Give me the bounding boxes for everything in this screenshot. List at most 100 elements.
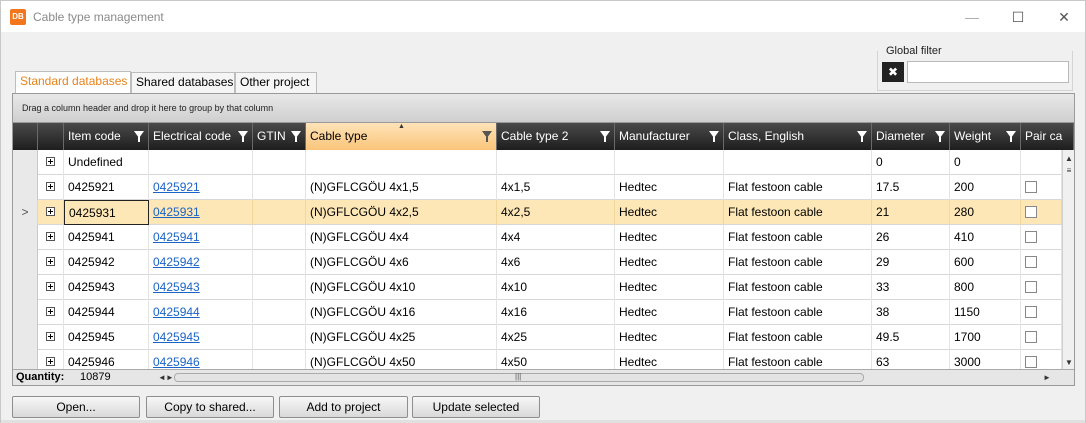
- tab-standard-databases[interactable]: Standard databases: [15, 71, 131, 93]
- expand-row-button[interactable]: [38, 300, 64, 325]
- cell-electrical-code[interactable]: 0425944: [149, 300, 253, 325]
- pair-cable-checkbox[interactable]: [1025, 205, 1037, 218]
- cell-weight[interactable]: 280: [950, 200, 1021, 225]
- cell-cable-type-2[interactable]: 4x4: [497, 225, 615, 250]
- cell-gtin[interactable]: [253, 225, 306, 250]
- pair-cable-checkbox[interactable]: [1025, 330, 1037, 343]
- cell-manufacturer[interactable]: Hedtec: [615, 200, 724, 225]
- cell-manufacturer[interactable]: Hedtec: [615, 325, 724, 350]
- electrical-code-link[interactable]: 0425931: [153, 205, 200, 219]
- cell-item-code[interactable]: Undefined: [64, 150, 149, 175]
- cell-pair-cable[interactable]: [1021, 325, 1062, 350]
- expand-row-button[interactable]: [38, 275, 64, 300]
- tab-shared-databases[interactable]: Shared databases: [131, 72, 235, 93]
- cell-manufacturer[interactable]: [615, 150, 724, 175]
- column-header-pair-cable[interactable]: Pair ca: [1021, 123, 1074, 150]
- pair-cable-checkbox[interactable]: [1025, 355, 1037, 368]
- cell-class-english[interactable]: Flat festoon cable: [724, 275, 872, 300]
- cell-pair-cable[interactable]: [1021, 200, 1062, 225]
- cell-weight[interactable]: 1150: [950, 300, 1021, 325]
- cell-gtin[interactable]: [253, 275, 306, 300]
- cell-manufacturer[interactable]: Hedtec: [615, 275, 724, 300]
- cell-item-code[interactable]: 0425921: [64, 175, 149, 200]
- cell-gtin[interactable]: [253, 250, 306, 275]
- row-indicator[interactable]: >: [13, 200, 38, 225]
- cell-pair-cable[interactable]: [1021, 175, 1062, 200]
- cell-cable-type[interactable]: (N)GFLCGÖU 4x16: [306, 300, 497, 325]
- table-row[interactable]: 0425921 0425921 (N)GFLCGÖU 4x1,5 4x1,5 H…: [13, 175, 1062, 200]
- cell-cable-type[interactable]: (N)GFLCGÖU 4x10: [306, 275, 497, 300]
- filter-icon[interactable]: [600, 131, 610, 142]
- column-header-diameter[interactable]: Diameter: [872, 123, 950, 150]
- cell-class-english[interactable]: Flat festoon cable: [724, 225, 872, 250]
- table-row[interactable]: 0425944 0425944 (N)GFLCGÖU 4x16 4x16 Hed…: [13, 300, 1062, 325]
- cell-cable-type[interactable]: (N)GFLCGÖU 4x2,5: [306, 200, 497, 225]
- scroll-thumb-icon[interactable]: ≡: [1065, 166, 1073, 176]
- cell-weight[interactable]: 600: [950, 250, 1021, 275]
- expand-row-button[interactable]: [38, 175, 64, 200]
- cell-gtin[interactable]: [253, 150, 306, 175]
- copy-to-shared-button[interactable]: Copy to shared...: [146, 396, 274, 418]
- table-row[interactable]: 0425946 0425946 (N)GFLCGÖU 4x50 4x50 Hed…: [13, 350, 1062, 375]
- column-header-electrical-code[interactable]: Electrical code: [149, 123, 253, 150]
- cell-cable-type-2[interactable]: 4x25: [497, 325, 615, 350]
- table-row[interactable]: 0425942 0425942 (N)GFLCGÖU 4x6 4x6 Hedte…: [13, 250, 1062, 275]
- cell-manufacturer[interactable]: Hedtec: [615, 250, 724, 275]
- open-button[interactable]: Open...: [12, 396, 140, 418]
- scroll-down-icon[interactable]: ▼: [1065, 358, 1073, 367]
- cell-class-english[interactable]: Flat festoon cable: [724, 250, 872, 275]
- electrical-code-link[interactable]: 0425943: [153, 280, 200, 294]
- row-indicator[interactable]: [13, 275, 38, 300]
- row-indicator[interactable]: [13, 225, 38, 250]
- filter-icon[interactable]: [1006, 131, 1016, 142]
- add-to-project-button[interactable]: Add to project: [279, 396, 408, 418]
- cell-cable-type-2[interactable]: 4x16: [497, 300, 615, 325]
- cell-weight[interactable]: 410: [950, 225, 1021, 250]
- cell-manufacturer[interactable]: Hedtec: [615, 300, 724, 325]
- column-header-cable-type[interactable]: ▲ Cable type: [306, 123, 497, 150]
- filter-icon[interactable]: [935, 131, 945, 142]
- expand-row-button[interactable]: [38, 325, 64, 350]
- cell-electrical-code[interactable]: 0425921: [149, 175, 253, 200]
- horizontal-scrollbar[interactable]: ◄► ||| ►: [158, 372, 1051, 383]
- close-button[interactable]: ✕: [1041, 4, 1086, 30]
- cell-item-code[interactable]: 0425943: [64, 275, 149, 300]
- cell-electrical-code[interactable]: 0425945: [149, 325, 253, 350]
- cell-class-english[interactable]: Flat festoon cable: [724, 200, 872, 225]
- electrical-code-link[interactable]: 0425944: [153, 305, 200, 319]
- column-header-class-english[interactable]: Class, English: [724, 123, 872, 150]
- cell-gtin[interactable]: [253, 300, 306, 325]
- scroll-left-end-icon[interactable]: ◄►: [158, 372, 174, 383]
- electrical-code-link[interactable]: 0425941: [153, 230, 200, 244]
- cell-cable-type-2[interactable]: 4x1,5: [497, 175, 615, 200]
- cell-electrical-code[interactable]: 0425942: [149, 250, 253, 275]
- cell-gtin[interactable]: [253, 175, 306, 200]
- table-row[interactable]: 0425945 0425945 (N)GFLCGÖU 4x25 4x25 Hed…: [13, 325, 1062, 350]
- cell-pair-cable[interactable]: [1021, 225, 1062, 250]
- electrical-code-link[interactable]: 0425945: [153, 330, 200, 344]
- expand-row-button[interactable]: [38, 200, 64, 225]
- row-indicator[interactable]: [13, 250, 38, 275]
- filter-icon[interactable]: [857, 131, 867, 142]
- filter-icon[interactable]: [238, 131, 248, 142]
- cell-item-code[interactable]: 0425945: [64, 325, 149, 350]
- column-header-manufacturer[interactable]: Manufacturer: [615, 123, 724, 150]
- cell-class-english[interactable]: Flat festoon cable: [724, 300, 872, 325]
- cell-item-code[interactable]: 0425944: [64, 300, 149, 325]
- cell-weight[interactable]: 800: [950, 275, 1021, 300]
- expand-row-button[interactable]: [38, 150, 64, 175]
- pair-cable-checkbox[interactable]: [1025, 180, 1037, 193]
- filter-icon[interactable]: [134, 131, 144, 142]
- group-by-panel[interactable]: Drag a column header and drop it here to…: [13, 94, 1074, 123]
- table-row-selected[interactable]: > 0425931 0425931 (N)GFLCGÖU 4x2,5 4x2,5…: [13, 200, 1062, 225]
- cell-diameter[interactable]: 0: [872, 150, 950, 175]
- table-row[interactable]: Undefined 0 0: [13, 150, 1062, 175]
- row-indicator[interactable]: [13, 150, 38, 175]
- minimize-button[interactable]: —: [949, 4, 995, 30]
- cell-diameter[interactable]: 49.5: [872, 325, 950, 350]
- update-selected-button[interactable]: Update selected: [412, 396, 540, 418]
- cell-cable-type-2[interactable]: 4x6: [497, 250, 615, 275]
- cell-pair-cable[interactable]: [1021, 150, 1062, 175]
- cell-gtin[interactable]: [253, 325, 306, 350]
- cell-item-code[interactable]: 0425931: [64, 200, 149, 225]
